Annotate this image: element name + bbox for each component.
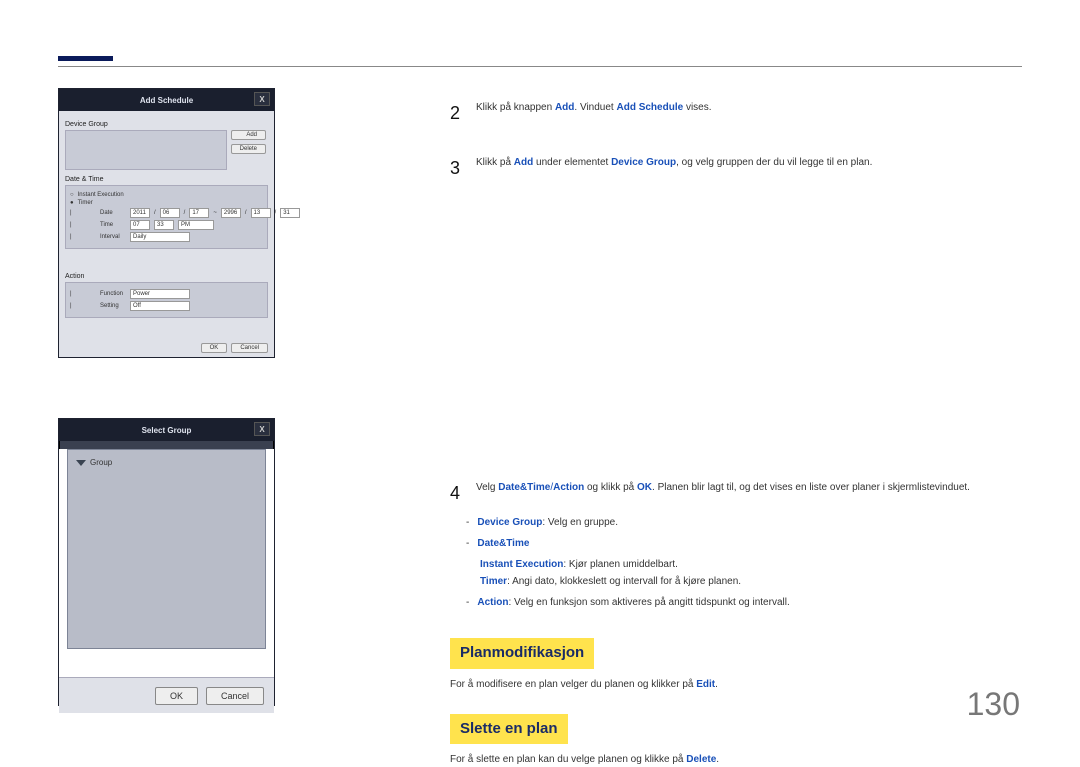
function-label: Function	[100, 291, 126, 297]
action-panel: |Function Power |Setting Off	[65, 282, 268, 318]
date-from-day[interactable]: 17	[189, 208, 209, 218]
action-label: Action	[65, 273, 268, 280]
time-hour[interactable]: 07	[130, 220, 150, 230]
heading-planmodifikasjon: Planmodifikasjon	[450, 638, 594, 669]
bullet-list: Device Group: Velg en gruppe. Date&Time …	[450, 515, 1020, 610]
group-node-label[interactable]: Group	[90, 458, 112, 467]
date-from-year[interactable]: 2011	[130, 208, 150, 218]
time-label: Time	[100, 222, 126, 228]
step-3: 3 Klikk på Add under elementet Device Gr…	[450, 155, 1020, 182]
date-to-month[interactable]: 13	[251, 208, 271, 218]
device-group-label: Device Group	[65, 121, 268, 128]
dialog-title: Add Schedule	[140, 96, 193, 105]
list-item: Device Group: Velg en gruppe.	[466, 515, 1020, 530]
header-rule	[58, 66, 1022, 67]
timer-radio-label[interactable]: Timer	[78, 200, 93, 206]
dialog-title: Select Group	[142, 426, 192, 435]
step-number: 4	[450, 480, 462, 507]
heading-slette-en-plan: Slette en plan	[450, 714, 568, 745]
instruction-text: 2 Klikk på knappen Add. Vinduet Add Sche…	[450, 100, 1020, 767]
ok-button[interactable]: OK	[201, 343, 228, 353]
step-number: 3	[450, 155, 462, 182]
step-number: 2	[450, 100, 462, 127]
delete-button[interactable]: Delete	[231, 144, 266, 154]
interval-label: Interval	[100, 234, 126, 240]
time-min[interactable]: 33	[154, 220, 174, 230]
ok-button[interactable]: OK	[155, 687, 198, 705]
instant-exec-radio-label[interactable]: Instant Execution	[78, 192, 124, 198]
cancel-button[interactable]: Cancel	[206, 687, 264, 705]
close-icon[interactable]: X	[254, 422, 270, 436]
device-group-list[interactable]	[65, 130, 227, 170]
list-item: Date&Time	[466, 536, 1020, 551]
list-subitem: Timer: Angi dato, klokkeslett og interva…	[480, 574, 1020, 589]
group-tree[interactable]: Group	[67, 449, 266, 649]
expand-icon[interactable]	[76, 460, 86, 466]
setting-select[interactable]: Off	[130, 301, 190, 311]
list-item: Action: Velg en funksjon som aktiveres p…	[466, 595, 1020, 610]
paragraph: For å modifisere en plan velger du plane…	[450, 677, 1020, 692]
datetime-label: Date & Time	[65, 176, 268, 183]
dialog-titlebar: Select Group X	[59, 419, 274, 441]
dialog-titlebar: Add Schedule X	[59, 89, 274, 111]
datetime-panel: ○Instant Execution ●Timer |Date 2011/ 06…	[65, 185, 268, 249]
list-subitem: Instant Execution: Kjør planen umiddelba…	[480, 557, 1020, 572]
cancel-button[interactable]: Cancel	[231, 343, 268, 353]
page-number: 130	[967, 686, 1020, 723]
close-icon[interactable]: X	[254, 92, 270, 106]
step-4: 4 Velg Date&Time/Action og klikk på OK. …	[450, 480, 1020, 507]
header-accent	[58, 56, 113, 61]
add-button[interactable]: Add	[231, 130, 266, 140]
step-text: Velg Date&Time/Action og klikk på OK. Pl…	[476, 480, 1020, 507]
time-ampm[interactable]: PM	[178, 220, 214, 230]
date-from-month[interactable]: 06	[160, 208, 180, 218]
screenshot-add-schedule: Add Schedule X Device Group Add Delete D…	[58, 88, 275, 358]
paragraph: For å slette en plan kan du velge planen…	[450, 752, 1020, 767]
step-text: Klikk på Add under elementet Device Grou…	[476, 155, 1020, 182]
date-to-day[interactable]: 31	[280, 208, 300, 218]
interval-select[interactable]: Daily	[130, 232, 190, 242]
setting-label: Setting	[100, 303, 126, 309]
function-select[interactable]: Power	[130, 289, 190, 299]
date-label: Date	[100, 210, 126, 216]
screenshot-select-group: Select Group X Group OK Cancel	[58, 418, 275, 706]
step-text: Klikk på knappen Add. Vinduet Add Schedu…	[476, 100, 1020, 127]
date-to-year[interactable]: 2996	[221, 208, 241, 218]
step-2: 2 Klikk på knappen Add. Vinduet Add Sche…	[450, 100, 1020, 127]
